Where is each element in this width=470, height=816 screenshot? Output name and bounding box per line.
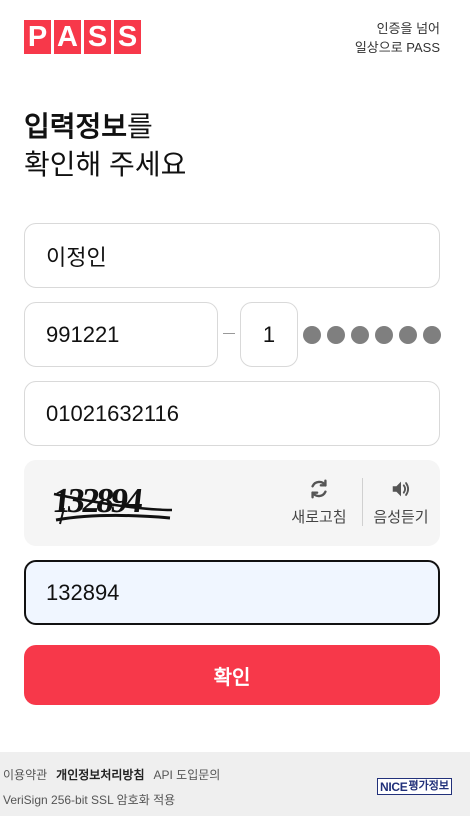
masked-id-digits xyxy=(303,326,441,344)
masked-digit-dot xyxy=(399,326,417,344)
tagline-line2: 일상으로 PASS xyxy=(354,40,440,55)
page-title-suffix: 를 xyxy=(127,111,153,142)
terms-link[interactable]: 이용약관 xyxy=(3,766,47,783)
masked-digit-dot xyxy=(351,326,369,344)
privacy-policy-link[interactable]: 개인정보처리방침 xyxy=(56,766,144,783)
gender-digit-field[interactable]: 1 xyxy=(240,302,298,367)
birthdate-field[interactable]: 991221 xyxy=(24,302,218,367)
name-field[interactable]: 이정인 xyxy=(24,223,440,288)
pass-logo: P A S S xyxy=(24,20,141,54)
page-title: 입력정보를 확인해 주세요 xyxy=(24,108,186,184)
refresh-icon xyxy=(311,479,327,499)
captcha-audio-label: 음성듣기 xyxy=(373,509,429,526)
footer: 이용약관 개인정보처리방침 API 도입문의 VeriSign 256-bit … xyxy=(0,752,470,816)
masked-digit-dot xyxy=(327,326,345,344)
captcha-refresh-button[interactable]: 새로고침 xyxy=(284,478,354,527)
logo-letter: S xyxy=(114,20,141,54)
logo-letter: P xyxy=(24,20,51,54)
masked-digit-dot xyxy=(423,326,441,344)
speaker-icon xyxy=(392,481,410,497)
nice-logo: NICE 평가정보 xyxy=(377,778,452,795)
nice-logo-subtext: 평가정보 xyxy=(408,780,449,792)
page-title-bold: 입력정보 xyxy=(24,111,128,142)
logo-letter: A xyxy=(54,20,81,54)
footer-links: 이용약관 개인정보처리방침 API 도입문의 xyxy=(3,766,220,783)
confirm-button[interactable]: 확인 xyxy=(24,645,440,705)
tagline: 인증을 넘어 일상으로 PASS xyxy=(355,19,440,57)
captcha-panel: 132894 새로고침 음성듣기 xyxy=(24,460,440,546)
header: P A S S 인증을 넘어 일상으로 PASS xyxy=(24,18,440,58)
captcha-input[interactable]: 132894 xyxy=(24,560,440,625)
masked-digit-dot xyxy=(303,326,321,344)
nice-logo-text: NICE xyxy=(380,779,408,794)
phone-field[interactable]: 01021632116 xyxy=(24,381,440,446)
masked-digit-dot xyxy=(375,326,393,344)
api-inquiry-link[interactable]: API 도입문의 xyxy=(154,766,221,783)
page-title-line2: 확인해 주세요 xyxy=(24,149,187,180)
logo-letter: S xyxy=(84,20,111,54)
captcha-image: 132894 xyxy=(52,481,173,525)
captcha-audio-button[interactable]: 음성듣기 xyxy=(366,478,436,527)
tagline-line1: 인증을 넘어 xyxy=(376,21,440,36)
captcha-divider xyxy=(362,478,363,526)
ssl-notice: VeriSign 256-bit SSL 암호화 적용 xyxy=(3,793,176,807)
id-separator xyxy=(223,333,235,334)
captcha-refresh-label: 새로고침 xyxy=(291,509,347,526)
